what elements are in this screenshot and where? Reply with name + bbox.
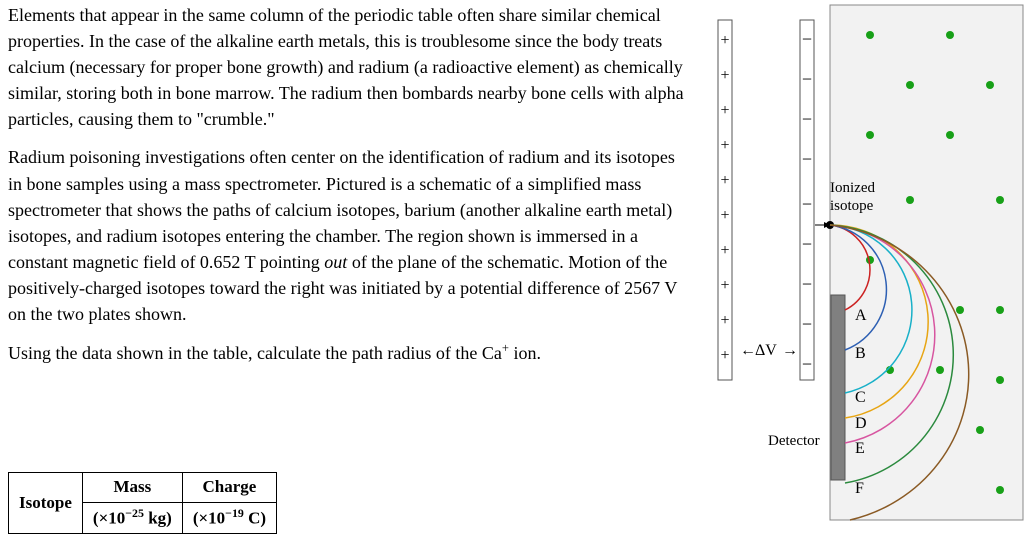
svg-text:+: +	[720, 137, 729, 154]
svg-text:−: −	[802, 69, 812, 89]
header-isotope: Isotope	[9, 473, 83, 534]
svg-text:B: B	[855, 345, 866, 362]
svg-text:−: −	[802, 109, 812, 129]
svg-text:−: −	[802, 194, 812, 214]
header-mass-unit: (×10−25 kg)	[82, 502, 182, 533]
svg-text:→: →	[782, 342, 798, 359]
diagram-svg: + + + + + + + + + + − − − − − − − − − ← …	[700, 0, 1024, 524]
header-mass: Mass	[82, 473, 182, 503]
problem-text: Elements that appear in the same column …	[8, 2, 688, 378]
svg-text:−: −	[802, 354, 812, 374]
paragraph-3: Using the data shown in the table, calcu…	[8, 339, 688, 366]
svg-text:D: D	[855, 415, 867, 432]
svg-text:−: −	[802, 234, 812, 254]
svg-text:+: +	[720, 172, 729, 189]
svg-text:+: +	[720, 277, 729, 294]
svg-text:Ionized: Ionized	[830, 180, 875, 196]
svg-text:E: E	[855, 440, 865, 457]
svg-text:+: +	[720, 207, 729, 224]
mass-spectrometer-diagram: + + + + + + + + + + − − − − − − − − − ← …	[700, 0, 1024, 520]
svg-text:C: C	[855, 389, 866, 406]
header-charge-unit: (×10−19 C)	[182, 502, 276, 533]
paragraph-3b: ion.	[509, 343, 541, 363]
minus-marks: − − − − − − − − −	[802, 29, 812, 374]
svg-text:+: +	[720, 312, 729, 329]
svg-text:−: −	[802, 29, 812, 49]
svg-text:isotope: isotope	[830, 198, 874, 214]
isotope-table: Isotope Mass Charge (×10−25 kg) (×10−19 …	[8, 472, 277, 534]
svg-text:+: +	[720, 242, 729, 259]
table-row: Isotope Mass Charge	[9, 473, 277, 503]
svg-text:+: +	[720, 32, 729, 49]
svg-text:+: +	[720, 347, 729, 364]
delta-v-label: ← ΔV →	[740, 342, 798, 359]
svg-text:A: A	[855, 307, 867, 324]
detector-bar	[831, 295, 845, 480]
svg-text:F: F	[855, 480, 864, 497]
svg-text:−: −	[802, 314, 812, 334]
svg-text:+: +	[720, 102, 729, 119]
svg-text:−: −	[802, 274, 812, 294]
svg-text:−: −	[802, 149, 812, 169]
italic-out: out	[324, 252, 347, 272]
header-charge: Charge	[182, 473, 276, 503]
paragraph-1: Elements that appear in the same column …	[8, 2, 688, 132]
paragraph-2: Radium poisoning investigations often ce…	[8, 144, 688, 327]
detector-label: Detector	[768, 433, 820, 449]
paragraph-3a: Using the data shown in the table, calcu…	[8, 343, 502, 363]
svg-text:ΔV: ΔV	[755, 342, 777, 359]
svg-text:←: ←	[740, 342, 756, 359]
ca-plus-superscript: +	[502, 341, 509, 355]
svg-text:+: +	[720, 67, 729, 84]
